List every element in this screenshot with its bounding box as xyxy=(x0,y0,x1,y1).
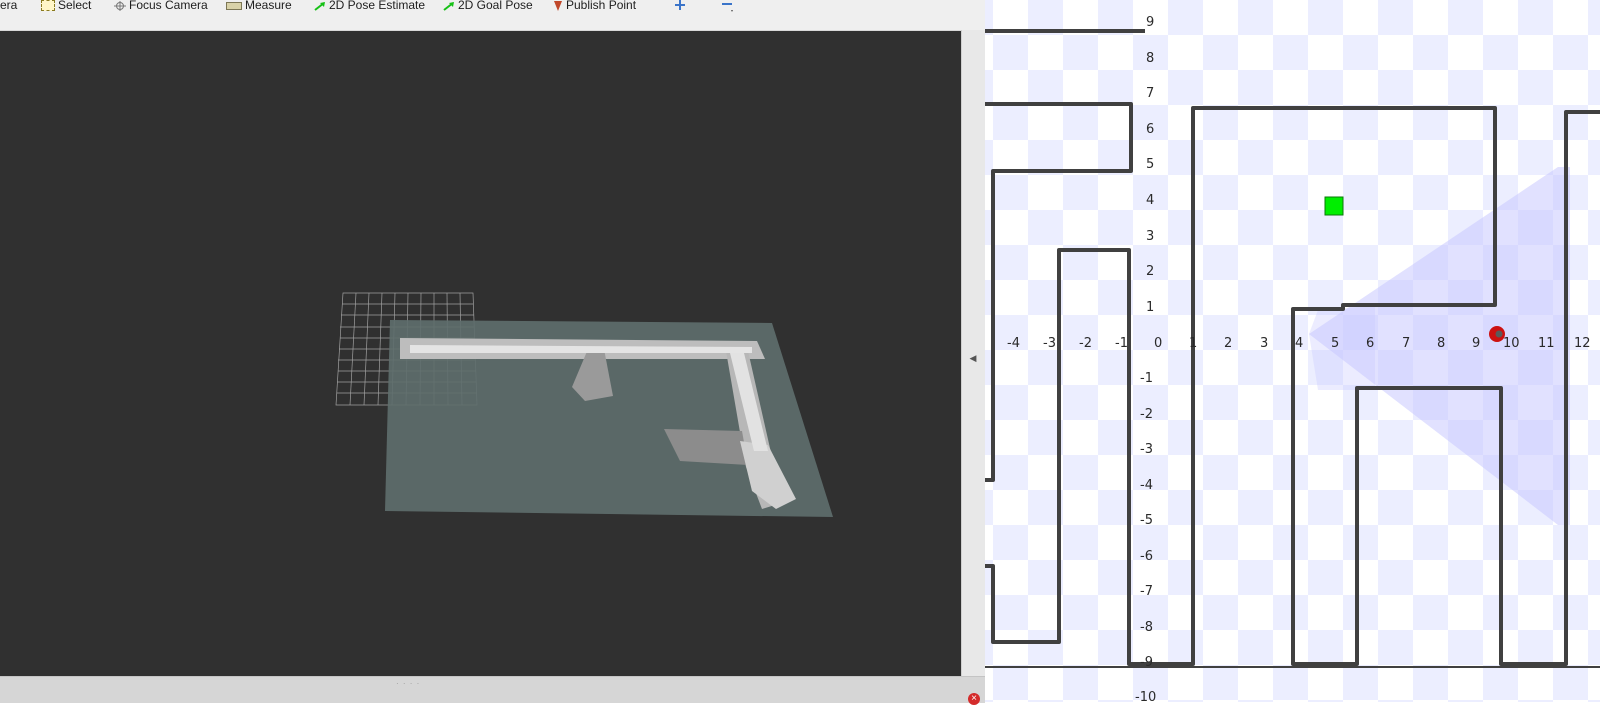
remove-tool-button[interactable] xyxy=(720,0,737,14)
3d-viewport[interactable] xyxy=(0,31,961,676)
tool-2d-pose-estimate-label: 2D Pose Estimate xyxy=(329,0,426,12)
x-tick-label: -3 xyxy=(1043,336,1056,351)
x-tick-label: 8 xyxy=(1437,336,1445,351)
x-tick-label: 10 xyxy=(1503,336,1520,351)
tool-select-label: Select xyxy=(58,0,92,12)
right-panel-rail: ◀ xyxy=(961,30,986,682)
y-tick-label: -6 xyxy=(1140,549,1153,564)
rviz-window: era Select Focus Camera Measure 2D Pose … xyxy=(0,0,986,705)
y-tick-label: 8 xyxy=(1146,51,1154,66)
status-bar: · · · · xyxy=(0,676,985,703)
y-tick-label: -2 xyxy=(1140,407,1153,422)
y-tick-label: 7 xyxy=(1146,86,1154,101)
select-icon xyxy=(41,0,55,12)
y-tick-label: 4 xyxy=(1146,193,1154,208)
y-tick-label: -1 xyxy=(1140,371,1153,386)
x-tick-label: 0 xyxy=(1154,336,1162,351)
tool-focus-camera-button[interactable]: Focus Camera xyxy=(114,0,208,14)
tool-focus-camera-label: Focus Camera xyxy=(129,0,208,12)
x-tick-label: 1 xyxy=(1189,336,1197,351)
tool-2d-goal-pose-button[interactable]: 2D Goal Pose xyxy=(443,0,533,14)
y-tick-label: 1 xyxy=(1146,300,1154,315)
tool-measure-button[interactable]: Measure xyxy=(226,0,292,14)
y-tick-label: 2 xyxy=(1146,264,1154,279)
close-icon[interactable]: × xyxy=(968,693,980,705)
y-tick-label: 6 xyxy=(1146,122,1154,137)
x-tick-label: 12 xyxy=(1574,336,1591,351)
tool-select-button[interactable]: Select xyxy=(41,0,91,14)
tool-interact-button[interactable]: era xyxy=(0,0,17,14)
x-tick-label: 2 xyxy=(1224,336,1232,351)
tool-2d-pose-estimate-button[interactable]: 2D Pose Estimate xyxy=(314,0,425,14)
y-tick-label: -9 xyxy=(1140,655,1153,670)
tool-publish-point-button[interactable]: Publish Point xyxy=(553,0,636,14)
pin-icon xyxy=(554,1,562,12)
x-tick-label: -2 xyxy=(1079,336,1092,351)
tools-toolbar: era Select Focus Camera Measure 2D Pose … xyxy=(0,0,985,31)
tool-interact-label: era xyxy=(0,0,18,12)
y-tick-label: 9 xyxy=(1146,15,1154,30)
y-tick-label: -3 xyxy=(1140,442,1153,457)
minus-icon xyxy=(722,3,733,12)
y-tick-label: -4 xyxy=(1140,478,1153,493)
x-tick-label: 4 xyxy=(1295,336,1303,351)
y-axis-labels: 9 8 7 6 5 4 3 2 1 0 -1 -2 -3 -4 -5 -6 -7… xyxy=(1135,15,1156,702)
green-arrow-icon xyxy=(314,1,325,11)
x-tick-label: 6 xyxy=(1366,336,1374,351)
map-canvas: -4 -3 -2 -1 0 1 2 3 4 5 6 7 8 9 10 11 12… xyxy=(985,15,1600,702)
green-arrow-icon xyxy=(443,1,454,11)
goal-marker[interactable] xyxy=(1324,196,1344,216)
x-tick-label: -4 xyxy=(1007,336,1020,351)
x-tick-label: 5 xyxy=(1331,336,1339,351)
y-tick-label: -10 xyxy=(1135,690,1156,702)
x-tick-label: 11 xyxy=(1538,336,1555,351)
y-tick-label: 3 xyxy=(1146,229,1154,244)
tool-2d-goal-pose-label: 2D Goal Pose xyxy=(458,0,533,12)
y-tick-label: -7 xyxy=(1140,584,1153,599)
measure-icon xyxy=(226,1,242,10)
y-tick-label: -5 xyxy=(1140,513,1153,528)
map-view[interactable]: -4 -3 -2 -1 0 1 2 3 4 5 6 7 8 9 10 11 12… xyxy=(985,0,1600,702)
x-tick-label: 9 xyxy=(1472,336,1480,351)
y-tick-label: -8 xyxy=(1140,620,1153,635)
x-tick-label: -1 xyxy=(1115,336,1128,351)
x-tick-label: 7 xyxy=(1402,336,1410,351)
tool-measure-label: Measure xyxy=(245,0,292,12)
3d-scene xyxy=(335,292,833,517)
y-tick-label: 5 xyxy=(1146,157,1154,172)
x-tick-label: 3 xyxy=(1260,336,1268,351)
x-axis-labels: -4 -3 -2 -1 0 1 2 3 4 5 6 7 8 9 10 11 12 xyxy=(1007,336,1591,351)
resize-grip-icon[interactable]: · · · · xyxy=(396,679,420,688)
tool-publish-point-label: Publish Point xyxy=(566,0,637,12)
add-tool-button[interactable] xyxy=(673,0,690,14)
focus-camera-icon xyxy=(114,0,126,11)
plus-icon xyxy=(675,0,685,10)
collapse-panel-arrow-icon[interactable]: ◀ xyxy=(966,346,980,370)
